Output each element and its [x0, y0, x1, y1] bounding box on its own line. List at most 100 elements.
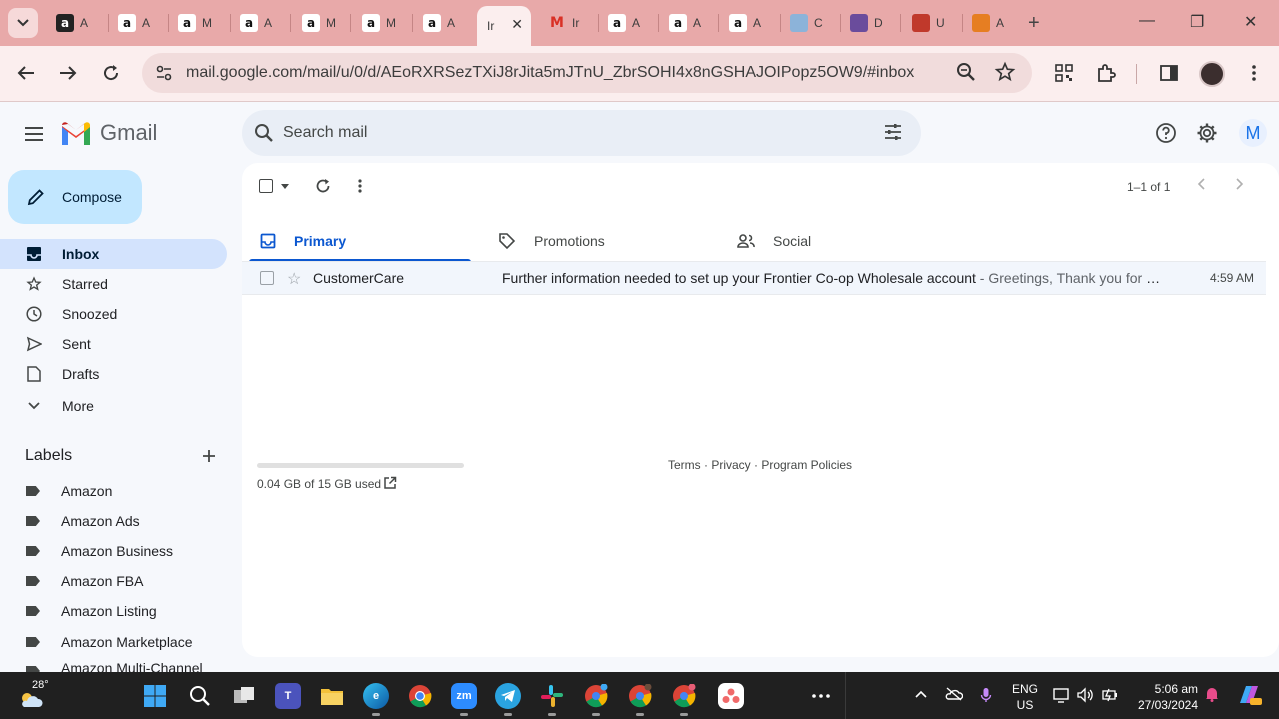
tab-primary[interactable]: Primary	[249, 219, 471, 262]
star-icon[interactable]: ☆	[287, 269, 301, 289]
chrome-profile-icon[interactable]	[671, 683, 697, 709]
browser-tab[interactable]: A	[964, 8, 1020, 38]
label-item[interactable]: Amazon Business	[26, 541, 173, 561]
reload-button[interactable]	[98, 60, 124, 86]
notification-bell-icon[interactable]	[1205, 686, 1219, 705]
restore-button[interactable]: ❐	[1190, 12, 1204, 32]
label-item[interactable]: Amazon Listing	[26, 601, 157, 621]
search-icon[interactable]	[254, 123, 274, 146]
main-menu-button[interactable]	[22, 122, 46, 149]
nav-more[interactable]: More	[0, 391, 227, 421]
side-panel-button[interactable]	[1156, 60, 1182, 86]
amazon-icon: a	[240, 14, 258, 32]
nav-drafts[interactable]: Drafts	[0, 359, 227, 389]
chrome-profile-icon[interactable]	[583, 683, 609, 709]
manage-storage-button[interactable]	[383, 476, 397, 493]
battery-icon[interactable]	[1101, 687, 1119, 706]
browser-tab[interactable]: aA	[232, 8, 288, 38]
site-settings-icon[interactable]	[154, 63, 174, 86]
edge-browser-icon[interactable]: e	[363, 683, 389, 709]
asana-icon[interactable]	[718, 683, 744, 709]
forward-button[interactable]	[55, 60, 81, 86]
chrome-icon[interactable]	[407, 683, 433, 709]
footer-links[interactable]: Terms · Privacy · Program Policies	[668, 458, 852, 472]
browser-tab[interactable]: aA	[48, 8, 104, 38]
chevron-up-icon	[915, 690, 927, 698]
browser-tab[interactable]: aM	[354, 8, 410, 38]
browser-tab[interactable]: aA	[600, 8, 656, 38]
search-options-icon[interactable]	[882, 121, 904, 146]
minimize-button[interactable]: —	[1139, 12, 1155, 30]
email-row[interactable]: ☆ CustomerCare Further information neede…	[242, 262, 1266, 295]
label-item[interactable]: Amazon FBA	[26, 571, 143, 591]
zoom-icon[interactable]	[956, 62, 976, 85]
back-button[interactable]	[13, 60, 39, 86]
address-bar[interactable]: mail.google.com/mail/u/0/d/AEoRXRSezTXiJ…	[142, 53, 1032, 93]
label-item[interactable]: Amazon Ads	[26, 511, 140, 531]
show-hidden-icons-button[interactable]	[915, 686, 927, 701]
display-icon[interactable]	[1053, 687, 1071, 706]
tab-promotions[interactable]: Promotions	[487, 219, 709, 262]
more-actions-button[interactable]	[358, 177, 362, 195]
close-tab-icon[interactable]: ✕	[511, 16, 523, 33]
browser-tab[interactable]: C	[782, 8, 838, 38]
browser-tab[interactable]: aA	[661, 8, 717, 38]
browser-tab-active[interactable]: Ir ✕	[477, 6, 531, 46]
browser-tab[interactable]: D	[842, 8, 898, 38]
system-clock[interactable]: 5:06 am 27/03/2024	[1134, 681, 1198, 713]
taskbar-search-button[interactable]	[187, 683, 213, 709]
row-checkbox[interactable]	[260, 271, 274, 285]
bookmark-star-icon[interactable]	[994, 61, 1016, 86]
more-apps-button[interactable]	[808, 683, 834, 709]
browser-tab[interactable]: aA	[110, 8, 166, 38]
file-explorer-icon[interactable]	[319, 683, 345, 709]
account-avatar[interactable]: M	[1239, 119, 1267, 147]
refresh-button[interactable]	[315, 177, 331, 195]
tab-search-button[interactable]	[8, 8, 38, 38]
start-button[interactable]	[142, 683, 168, 709]
tab-title: A	[753, 16, 762, 30]
search-input[interactable]	[283, 121, 843, 145]
label-item[interactable]: Amazon	[26, 481, 112, 501]
nav-inbox[interactable]: Inbox	[0, 239, 227, 269]
task-view-button[interactable]	[231, 683, 257, 709]
label-item[interactable]: Amazon Multi-Channel	[26, 662, 203, 672]
qr-code-button[interactable]	[1051, 60, 1077, 86]
help-button[interactable]	[1153, 120, 1179, 146]
chrome-profile-icon[interactable]	[627, 683, 653, 709]
older-button[interactable]	[1236, 177, 1244, 193]
microphone-icon[interactable]	[980, 687, 992, 706]
slack-icon[interactable]	[539, 683, 565, 709]
browser-tab[interactable]: U	[904, 8, 960, 38]
add-label-button[interactable]	[201, 448, 217, 467]
browser-tab[interactable]: aA	[721, 8, 777, 38]
weather-widget[interactable]: 28°	[18, 679, 49, 710]
newer-button[interactable]	[1197, 177, 1205, 193]
onedrive-icon[interactable]	[945, 687, 964, 704]
copilot-icon[interactable]	[1236, 683, 1262, 710]
label-item[interactable]: Amazon Marketplace	[26, 632, 193, 652]
nav-starred[interactable]: Starred	[0, 269, 227, 299]
new-tab-button[interactable]: +	[1028, 12, 1040, 35]
language-indicator[interactable]: ENG US	[1012, 681, 1038, 713]
browser-profile-avatar[interactable]	[1199, 61, 1225, 87]
select-all-checkbox[interactable]	[259, 177, 289, 195]
search-bar[interactable]	[242, 110, 921, 156]
tab-social[interactable]: Social	[726, 219, 948, 262]
browser-tab[interactable]: aM	[294, 8, 350, 38]
telegram-icon[interactable]	[495, 683, 521, 709]
close-window-button[interactable]: ✕	[1244, 12, 1257, 32]
compose-button[interactable]: Compose	[8, 170, 142, 224]
volume-icon[interactable]	[1076, 687, 1094, 706]
teams-app-icon[interactable]: T	[275, 683, 301, 709]
zoom-app-icon[interactable]: zm	[451, 683, 477, 709]
nav-snoozed[interactable]: Snoozed	[0, 299, 227, 329]
nav-sent[interactable]: Sent	[0, 329, 227, 359]
browser-tab[interactable]: aM	[170, 8, 226, 38]
settings-button[interactable]	[1194, 120, 1220, 146]
gmail-logo[interactable]: Gmail	[60, 120, 157, 146]
browser-tab[interactable]: aA	[415, 8, 471, 38]
browser-tab[interactable]: M Ir	[540, 8, 596, 38]
browser-menu-button[interactable]	[1241, 60, 1267, 86]
extensions-button[interactable]	[1093, 60, 1119, 86]
